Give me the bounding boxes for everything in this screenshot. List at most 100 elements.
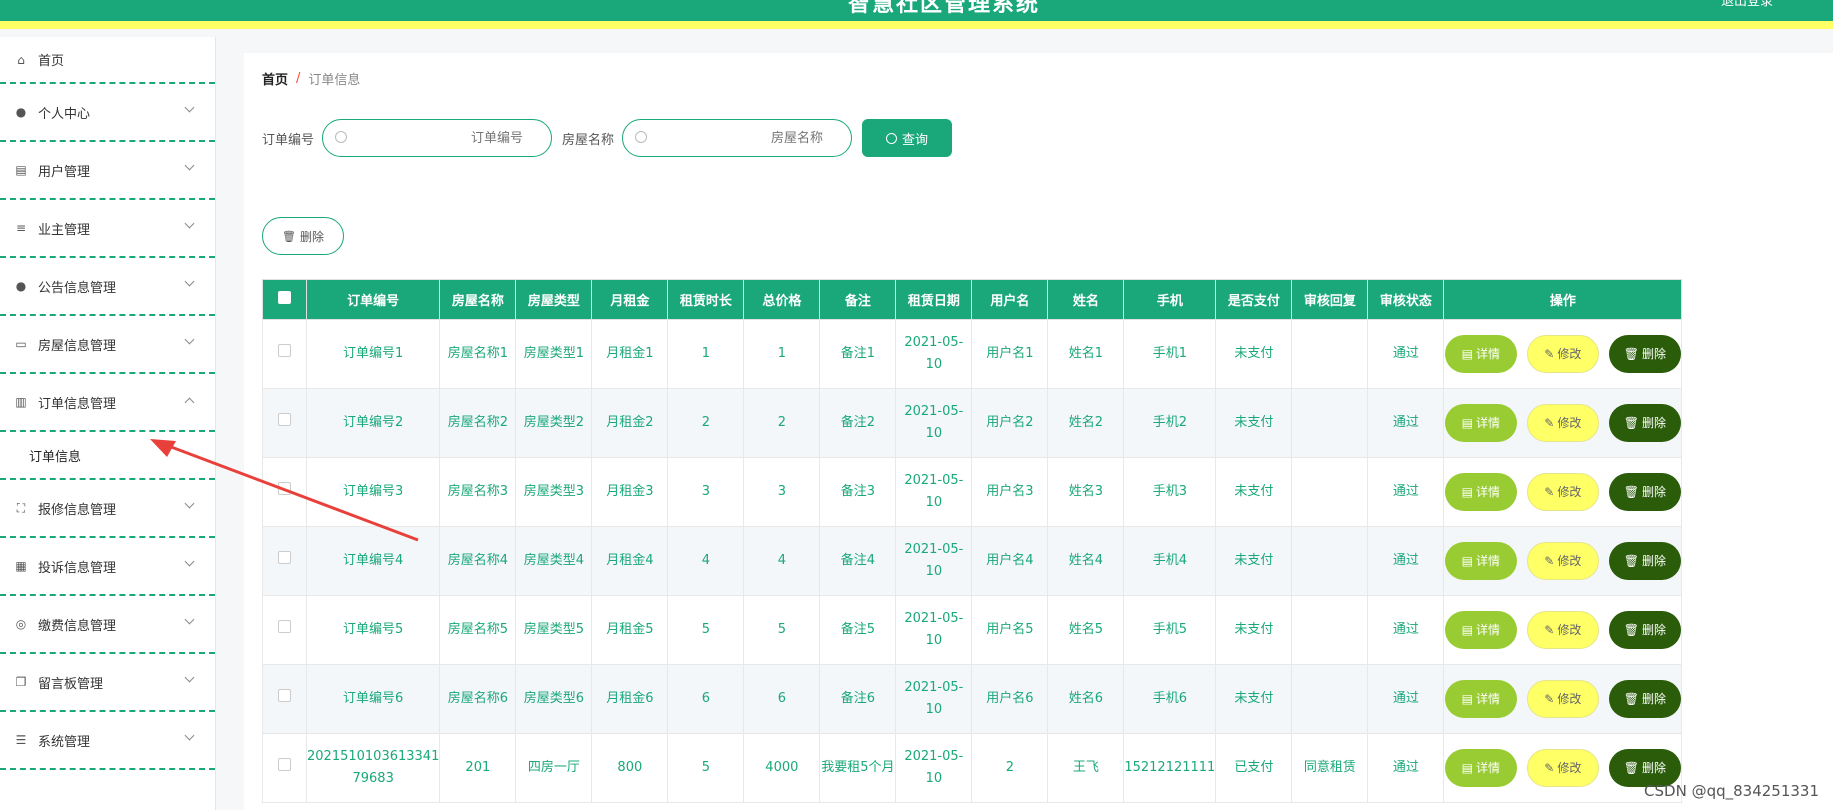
delete-button[interactable]: 🗑 删除 [1608, 404, 1681, 442]
row-checkbox[interactable] [278, 413, 291, 426]
sidebar-item-2[interactable]: ▤ 用户管理 [0, 142, 215, 200]
detail-button[interactable]: ▤ 详情 [1444, 542, 1517, 580]
delete-button[interactable]: 🗑 删除 [1608, 542, 1681, 580]
detail-button[interactable]: ▤ 详情 [1444, 335, 1517, 373]
chevron-down-icon [184, 498, 195, 509]
sidebar-item-label: 留言板管理 [38, 676, 104, 692]
app-title: 智慧社区管理系统 [848, 0, 1041, 17]
table-cell: 201 [439, 733, 517, 803]
detail-button[interactable]: ▤ 详情 [1444, 473, 1517, 511]
trash-icon: 🗑 [1623, 692, 1639, 706]
row-checkbox[interactable] [278, 551, 291, 564]
delete-label: 删除 [1641, 623, 1666, 637]
delete-button[interactable]: 🗑 删除 [1608, 680, 1681, 718]
sidebar-item-8[interactable]: ▦ 投诉信息管理 [0, 538, 215, 596]
delete-button[interactable]: 🗑 删除 [1608, 335, 1681, 373]
breadcrumb-home[interactable]: 首页 [262, 69, 288, 88]
sliders-icon: ≡ [15, 221, 27, 235]
table-cell: 房屋类型1 [515, 319, 593, 389]
trash-icon: 🗑 [282, 229, 296, 243]
sidebar-item-4[interactable]: ● 公告信息管理 [0, 258, 215, 316]
table-cell: 房屋类型3 [515, 457, 593, 527]
sidebar-item-label: 用户管理 [38, 164, 91, 180]
sidebar-item-label: 房屋信息管理 [38, 338, 117, 354]
edit-label: 修改 [1557, 416, 1582, 430]
query-button[interactable]: 查询 [862, 119, 953, 157]
search-icon [335, 131, 348, 143]
sidebar-item-10[interactable]: ❐ 留言板管理 [0, 654, 215, 712]
sidebar-item-1[interactable]: ● 个人中心 [0, 84, 215, 142]
row-checkbox[interactable] [278, 620, 291, 633]
sidebar-item-9[interactable]: ◎ 缴费信息管理 [0, 596, 215, 654]
logout-link[interactable]: 退出登录 [1721, 0, 1773, 9]
table-cell: 通过 [1367, 319, 1445, 389]
row-select-cell [262, 526, 307, 596]
chevron-down-icon [184, 334, 195, 345]
table-cell: 备注2 [819, 388, 897, 458]
pencil-icon: ✎ [1544, 761, 1555, 775]
row-checkbox[interactable] [278, 482, 291, 495]
row-checkbox[interactable] [278, 689, 291, 702]
row-select-cell [262, 595, 307, 665]
delete-label: 删除 [1641, 485, 1666, 499]
row-checkbox[interactable] [278, 758, 291, 771]
table-cell: 15212121111 [1123, 733, 1217, 803]
table-cell [1291, 595, 1369, 665]
detail-button[interactable]: ▤ 详情 [1444, 404, 1517, 442]
column-header: 总价格 [743, 279, 821, 320]
table-cell: 2021-05-10 [895, 526, 973, 596]
detail-button[interactable]: ▤ 详情 [1444, 611, 1517, 649]
sidebar-item-7[interactable]: ⛶ 报修信息管理 [0, 480, 215, 538]
edit-button[interactable]: ✎ 修改 [1526, 404, 1599, 442]
top-header-bar: 智慧社区管理系统 退出登录 [0, 0, 1833, 29]
table-cell [1291, 319, 1369, 389]
user-icon: ● [15, 105, 27, 119]
edit-button[interactable]: ✎ 修改 [1526, 680, 1599, 718]
table-cell: 通过 [1367, 664, 1445, 734]
edit-button[interactable]: ✎ 修改 [1526, 473, 1599, 511]
sidebar-item-6[interactable]: ▥ 订单信息管理 [0, 374, 215, 432]
table-cell: 5 [667, 595, 745, 665]
table-cell: 房屋类型5 [515, 595, 593, 665]
edit-button[interactable]: ✎ 修改 [1526, 335, 1599, 373]
detail-label: 详情 [1475, 692, 1500, 706]
detail-button[interactable]: ▤ 详情 [1444, 749, 1517, 787]
row-checkbox[interactable] [278, 344, 291, 357]
submenu-item-orders[interactable]: 订单信息 [0, 432, 215, 480]
table-row: 订单编号1 房屋名称1 房屋类型1 月租金1 1 1 备注1 2021-05-10 用户名1 姓名… [262, 319, 1683, 389]
main-content: 首页 / 订单信息 订单编号 房屋名称 查询 🗑 删除 [244, 37, 1833, 810]
table-cell: 用户名3 [971, 457, 1049, 527]
watermark: CSDN @qq_834251331 [1644, 782, 1819, 800]
table-row: 2021510103613341 79683 201 四房一厅 800 5 4000 我要租… [262, 733, 1683, 803]
table-cell: 通过 [1367, 526, 1445, 596]
detail-button[interactable]: ▤ 详情 [1444, 680, 1517, 718]
edit-button[interactable]: ✎ 修改 [1526, 542, 1599, 580]
table-cell: 房屋名称6 [439, 664, 517, 734]
edit-button[interactable]: ✎ 修改 [1526, 749, 1599, 787]
table-cell: 手机6 [1123, 664, 1217, 734]
sidebar-item-3[interactable]: ≡ 业主管理 [0, 200, 215, 258]
detail-label: 详情 [1475, 485, 1500, 499]
table-cell: 备注1 [819, 319, 897, 389]
edit-button[interactable]: ✎ 修改 [1526, 611, 1599, 649]
table-cell [1291, 526, 1369, 596]
batch-delete-button[interactable]: 🗑 删除 [262, 217, 344, 255]
column-header: 审核状态 [1367, 279, 1445, 320]
column-header: 操作 [1443, 279, 1683, 320]
delete-button[interactable]: 🗑 删除 [1608, 611, 1681, 649]
delete-button[interactable]: 🗑 删除 [1608, 473, 1681, 511]
order-number-input[interactable] [323, 120, 552, 156]
sidebar-item-5[interactable]: ▭ 房屋信息管理 [0, 316, 215, 374]
trash-icon: 🗑 [1623, 761, 1639, 775]
column-header: 订单编号 [305, 279, 441, 320]
sidebar-item-11[interactable]: ☰ 系统管理 [0, 712, 215, 770]
column-header: 姓名 [1047, 279, 1125, 320]
query-button-label: 查询 [902, 132, 929, 148]
select-all-checkbox[interactable] [278, 291, 291, 304]
house-name-input[interactable] [623, 120, 852, 156]
table-cell [1291, 664, 1369, 734]
sidebar-item-label: 公告信息管理 [38, 280, 117, 296]
sidebar-item-0[interactable]: ⌂ 首页 [0, 37, 215, 84]
actions-cell: ▤ 详情 ✎ 修改 🗑 删除 [1443, 526, 1683, 596]
table-cell: 未支付 [1215, 388, 1293, 458]
